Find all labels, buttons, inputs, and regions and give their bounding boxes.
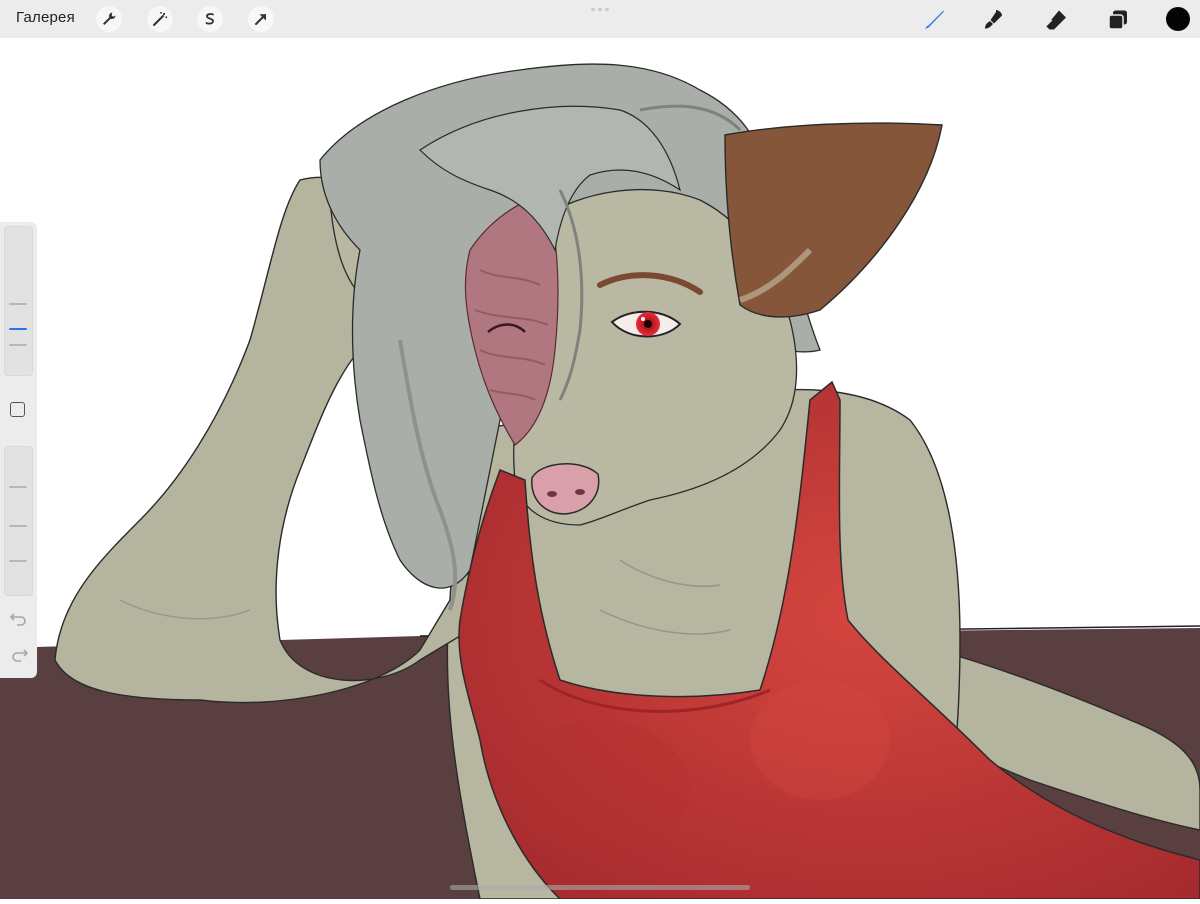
undo-icon[interactable] — [9, 610, 29, 626]
slider-tick — [9, 303, 27, 305]
opacity-slider[interactable] — [4, 446, 33, 596]
smudge-icon[interactable] — [980, 6, 1008, 34]
slider-tick — [9, 486, 27, 488]
drawing-canvas[interactable] — [0, 38, 1200, 900]
modify-button[interactable] — [10, 402, 25, 417]
redo-icon[interactable] — [9, 646, 29, 662]
brush-size-slider[interactable] — [4, 226, 33, 376]
toolbar: Галерея — [0, 0, 1200, 38]
eraser-icon[interactable] — [1042, 6, 1070, 34]
slider-tick — [9, 560, 27, 562]
wrench-icon[interactable] — [96, 6, 122, 32]
slider-handle[interactable] — [9, 328, 27, 330]
side-toolbar — [0, 222, 37, 678]
magic-wand-icon[interactable] — [147, 6, 173, 32]
selection-icon[interactable] — [197, 6, 223, 32]
artwork — [0, 38, 1200, 900]
layers-icon[interactable] — [1104, 6, 1132, 34]
grabber-handle[interactable] — [590, 8, 610, 12]
slider-tick — [9, 344, 27, 346]
slider-tick — [9, 525, 27, 527]
gallery-button[interactable]: Галерея — [16, 9, 75, 26]
brush-icon[interactable] — [920, 6, 948, 34]
color-picker-button[interactable] — [1166, 7, 1190, 31]
transform-arrow-icon[interactable] — [248, 6, 274, 32]
home-indicator[interactable] — [450, 885, 750, 890]
